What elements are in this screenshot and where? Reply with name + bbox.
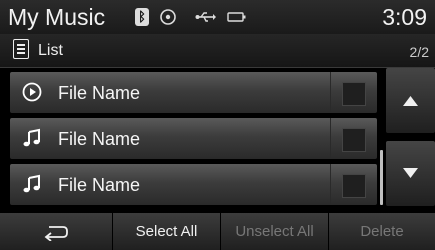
list-icon [13,39,29,59]
music-note-icon [23,128,40,147]
page-indicator: 2/2 [409,44,429,60]
list-item[interactable]: File Name [10,118,377,159]
status-bar: My Music ᛒ 3:09 [0,0,435,34]
clock: 3:09 [382,4,427,30]
scroll-up-button[interactable] [386,68,435,133]
bottom-toolbar: Select All Unselect All Delete [0,213,435,250]
item-checkbox[interactable] [330,72,377,113]
scrollbar[interactable] [380,150,383,205]
list-header: List 2/2 [0,34,435,68]
scroll-down-button[interactable] [386,141,435,206]
list-item[interactable]: File Name [10,164,377,205]
battery-icon [227,12,246,22]
play-circle-icon [22,82,42,102]
disc-icon [160,9,176,25]
list-item-label: File Name [58,175,141,195]
back-button[interactable] [0,213,113,250]
list-item[interactable]: File Name [10,72,377,113]
header-label: List [38,42,63,59]
app-title: My Music [8,4,106,30]
item-checkbox[interactable] [330,118,377,159]
item-checkbox[interactable] [330,164,377,205]
triangle-down-icon [403,168,418,178]
music-note-icon [23,174,40,193]
back-arrow-icon [44,225,68,241]
status-icons: ᛒ [135,8,247,26]
select-all-button[interactable]: Select All [113,213,221,250]
list-item-label: File Name [58,129,141,149]
file-list: File Name File Name File Name [10,72,377,210]
bluetooth-icon: ᛒ [135,8,149,26]
unselect-all-button[interactable]: Unselect All [221,213,329,250]
list-item-label: File Name [58,83,141,103]
usb-icon [195,12,216,22]
triangle-up-icon [403,96,418,106]
delete-button[interactable]: Delete [329,213,435,250]
